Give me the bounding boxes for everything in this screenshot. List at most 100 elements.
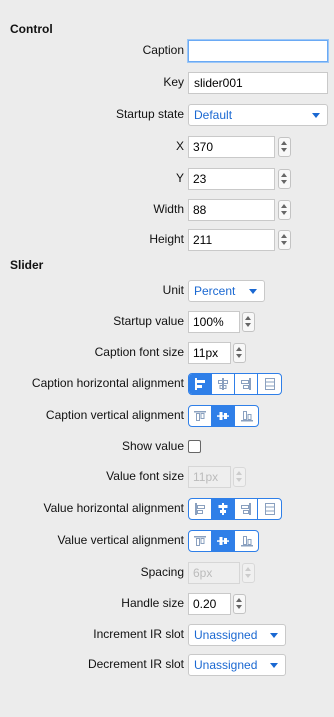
y-row: Y [0, 168, 334, 190]
arrow-down-icon [245, 323, 251, 327]
startup-state-row: Startup state Default [0, 104, 334, 126]
spacing-label: Spacing [140, 565, 184, 579]
key-row: Key [0, 72, 334, 94]
caption-v-align-label: Caption vertical alignment [45, 408, 184, 422]
unit-dropdown[interactable]: Percent [188, 280, 265, 302]
height-stepper-arrows[interactable] [278, 230, 291, 250]
y-label: Y [175, 171, 184, 185]
arrow-up-icon [236, 598, 242, 602]
arrow-down-icon [236, 354, 242, 358]
y-input[interactable] [188, 168, 275, 190]
x-stepper [188, 136, 291, 158]
valign-middle-icon [217, 412, 229, 420]
arrow-up-icon [236, 347, 242, 351]
control-section-title: Control [10, 22, 53, 36]
handle-size-label: Handle size [121, 596, 184, 610]
value-h-align-segmented [188, 498, 282, 520]
width-stepper-arrows[interactable] [278, 200, 291, 220]
startup-value-stepper-arrows[interactable] [242, 312, 255, 332]
arrow-up-icon [245, 567, 251, 571]
width-row: Width [0, 199, 334, 221]
width-input[interactable] [188, 199, 275, 221]
arrow-down-icon [236, 478, 242, 482]
align-right-icon [241, 378, 251, 390]
show-value-checkbox[interactable] [188, 440, 201, 453]
align-center-icon [218, 503, 228, 515]
x-input[interactable] [188, 136, 275, 158]
chevron-down-icon [270, 633, 278, 638]
x-stepper-arrows[interactable] [278, 137, 291, 157]
startup-value-row: Startup value [0, 311, 334, 333]
value-font-size-row: Value font size [0, 466, 334, 488]
value-valign-top-button[interactable] [189, 531, 212, 551]
caption-valign-top-button[interactable] [189, 406, 212, 426]
value-valign-bottom-button[interactable] [235, 531, 258, 551]
caption-input[interactable] [188, 40, 328, 62]
show-value-row: Show value [0, 436, 334, 458]
arrow-down-icon [281, 180, 287, 184]
value-align-center-button[interactable] [212, 499, 235, 519]
arrow-up-icon [281, 141, 287, 145]
valign-bottom-icon [240, 536, 253, 547]
caption-row: Caption [0, 40, 334, 62]
arrow-up-icon [281, 204, 287, 208]
value-font-size-stepper [188, 466, 246, 488]
width-label: Width [153, 202, 184, 216]
properties-panel: Control Caption Key Startup state Defaul… [0, 0, 334, 717]
align-left-icon [195, 503, 205, 515]
key-label: Key [163, 75, 184, 89]
align-left-icon [195, 378, 205, 390]
caption-align-right-button[interactable] [235, 374, 258, 394]
height-stepper [188, 229, 291, 251]
startup-state-dropdown[interactable]: Default [188, 104, 328, 126]
startup-state-label: Startup state [115, 107, 184, 121]
align-center-icon [218, 378, 228, 390]
value-font-size-stepper-arrows [233, 467, 246, 487]
value-align-left-button[interactable] [189, 499, 212, 519]
caption-valign-bottom-button[interactable] [235, 406, 258, 426]
arrow-down-icon [245, 574, 251, 578]
caption-font-size-input[interactable] [188, 342, 231, 364]
arrow-up-icon [281, 234, 287, 238]
spacing-input [188, 562, 240, 584]
value-valign-middle-button[interactable] [212, 531, 235, 551]
slider-section-title: Slider [10, 258, 44, 272]
chevron-down-icon [249, 289, 257, 294]
handle-size-stepper-arrows[interactable] [233, 594, 246, 614]
valign-top-icon [194, 411, 206, 421]
unit-label: Unit [162, 283, 184, 297]
value-font-size-input [188, 466, 231, 488]
value-align-right-button[interactable] [235, 499, 258, 519]
caption-align-justify-button[interactable] [258, 374, 281, 394]
value-align-justify-button[interactable] [258, 499, 281, 519]
decrement-ir-slot-dropdown[interactable]: Unassigned [188, 654, 286, 676]
valign-bottom-icon [240, 411, 253, 422]
decrement-ir-slot-row: Decrement IR slot Unassigned [0, 654, 334, 676]
caption-label: Caption [142, 43, 184, 57]
handle-size-row: Handle size [0, 593, 334, 615]
arrow-up-icon [281, 173, 287, 177]
unit-row: Unit Percent [0, 280, 334, 302]
value-h-align-row: Value horizontal alignment [0, 498, 334, 520]
caption-valign-middle-button[interactable] [212, 406, 235, 426]
y-stepper-arrows[interactable] [278, 169, 291, 189]
arrow-up-icon [245, 316, 251, 320]
increment-ir-slot-value: Unassigned [194, 628, 258, 642]
increment-ir-slot-dropdown[interactable]: Unassigned [188, 624, 286, 646]
key-input[interactable] [188, 72, 328, 94]
increment-ir-slot-label: Increment IR slot [93, 627, 184, 641]
height-row: Height [0, 229, 334, 251]
caption-font-size-stepper-arrows[interactable] [233, 343, 246, 363]
caption-font-size-label: Caption font size [94, 345, 184, 359]
height-input[interactable] [188, 229, 275, 251]
valign-middle-icon [217, 537, 229, 545]
caption-h-align-segmented [188, 373, 282, 395]
chevron-down-icon [312, 113, 320, 118]
arrow-down-icon [281, 241, 287, 245]
caption-align-center-button[interactable] [212, 374, 235, 394]
value-h-align-label: Value horizontal alignment [43, 501, 184, 515]
arrow-down-icon [281, 148, 287, 152]
handle-size-input[interactable] [188, 593, 231, 615]
caption-align-left-button[interactable] [189, 374, 212, 394]
startup-value-input[interactable] [188, 311, 240, 333]
